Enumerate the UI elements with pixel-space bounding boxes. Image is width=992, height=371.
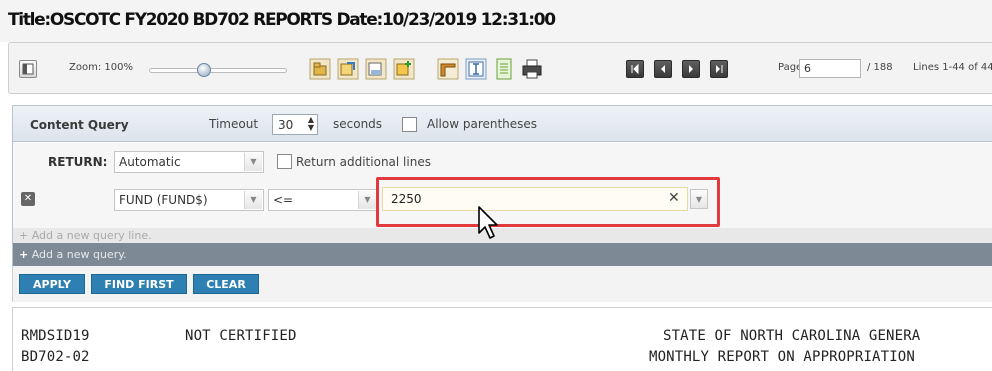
report-title: Title:OSCOTC FY2020 BD702 REPORTS Date:1…: [8, 10, 556, 30]
ruler-icon[interactable]: [437, 58, 459, 80]
add-query-line-text: + Add a new query line.: [19, 229, 152, 242]
return-label: RETURN:: [48, 155, 108, 169]
chevron-down-icon[interactable]: ▼: [244, 191, 262, 209]
timeout-value: 30: [278, 118, 294, 132]
zoom-slider-handle[interactable]: [197, 63, 211, 77]
folder-icon[interactable]: [309, 58, 331, 80]
mouse-cursor-icon: [478, 206, 498, 239]
chevron-down-icon[interactable]: ▼: [358, 191, 376, 209]
report-line-1-status: NOT CERTIFIED: [185, 328, 297, 344]
content-query-title: Content Query: [30, 118, 129, 132]
apply-button[interactable]: APPLY: [19, 274, 85, 294]
sidebar-toggle-icon[interactable]: [19, 60, 37, 78]
remove-query-line-icon[interactable]: ✕: [21, 192, 35, 206]
return-additional-label: Return additional lines: [296, 155, 431, 169]
timeout-label: Timeout: [209, 117, 259, 131]
return-select[interactable]: Automatic ▼: [114, 151, 264, 173]
report-line-2-right: MONTHLY REPORT ON APPROPRIATION: [649, 349, 915, 365]
highlight-box: [376, 177, 720, 227]
page-total: / 188: [867, 62, 893, 73]
report-line-1-right: STATE OF NORTH CAROLINA GENERA: [663, 328, 921, 344]
first-page-icon[interactable]: [626, 60, 644, 78]
content-query-header: Content Query Timeout 30 ▲ ▼ seconds Allo…: [13, 106, 992, 142]
zoom-label: Zoom: 100%: [69, 62, 133, 73]
return-select-value: Automatic: [119, 155, 181, 169]
allow-parentheses-checkbox[interactable]: [402, 117, 417, 132]
field-select-value: FUND (FUND$): [119, 193, 208, 207]
save-icon[interactable]: [365, 58, 387, 80]
export-icon[interactable]: [337, 58, 359, 80]
field-select[interactable]: FUND (FUND$) ▼: [114, 189, 264, 211]
document-icon[interactable]: [493, 58, 515, 80]
operator-select-value: <=: [273, 193, 294, 207]
last-page-icon[interactable]: [710, 60, 728, 78]
return-additional-checkbox[interactable]: [277, 154, 292, 169]
find-first-button[interactable]: FIND FIRST: [91, 274, 187, 294]
text-select-icon[interactable]: [465, 58, 487, 80]
query-action-bar: APPLY FIND FIRST CLEAR: [12, 266, 992, 302]
timeout-stepper[interactable]: 30 ▲ ▼: [272, 114, 318, 135]
title-bar: Title:OSCOTC FY2020 BD702 REPORTS Date:1…: [0, 0, 992, 42]
allow-parentheses-label: Allow parentheses: [427, 117, 538, 131]
operator-select[interactable]: <= ▼: [268, 189, 378, 211]
clear-button[interactable]: CLEAR: [193, 274, 259, 294]
next-page-icon[interactable]: [682, 60, 700, 78]
prev-page-icon[interactable]: [654, 60, 672, 78]
report-line-2-left: BD702-02: [21, 349, 90, 365]
zoom-slider-track[interactable]: [149, 68, 287, 73]
report-line-1-left: RMDSID19: [21, 328, 90, 344]
add-query-link[interactable]: + Add a new query.: [13, 243, 992, 266]
lines-range: Lines 1-44 of 44: [913, 62, 992, 73]
print-icon[interactable]: [521, 58, 543, 80]
seconds-label: seconds: [333, 117, 383, 131]
viewer-toolbar: Zoom: 100% Page / 188 Lines 1-44 of 44: [8, 42, 992, 94]
spinner-arrows-icon[interactable]: ▲ ▼: [308, 116, 314, 132]
page-number-input[interactable]: [799, 59, 861, 78]
add-note-icon[interactable]: [393, 58, 415, 80]
add-query-text: + Add a new query.: [19, 248, 127, 261]
chevron-down-icon[interactable]: ▼: [244, 153, 262, 171]
report-content: RMDSID19 NOT CERTIFIED STATE OF NORTH CA…: [12, 307, 992, 371]
